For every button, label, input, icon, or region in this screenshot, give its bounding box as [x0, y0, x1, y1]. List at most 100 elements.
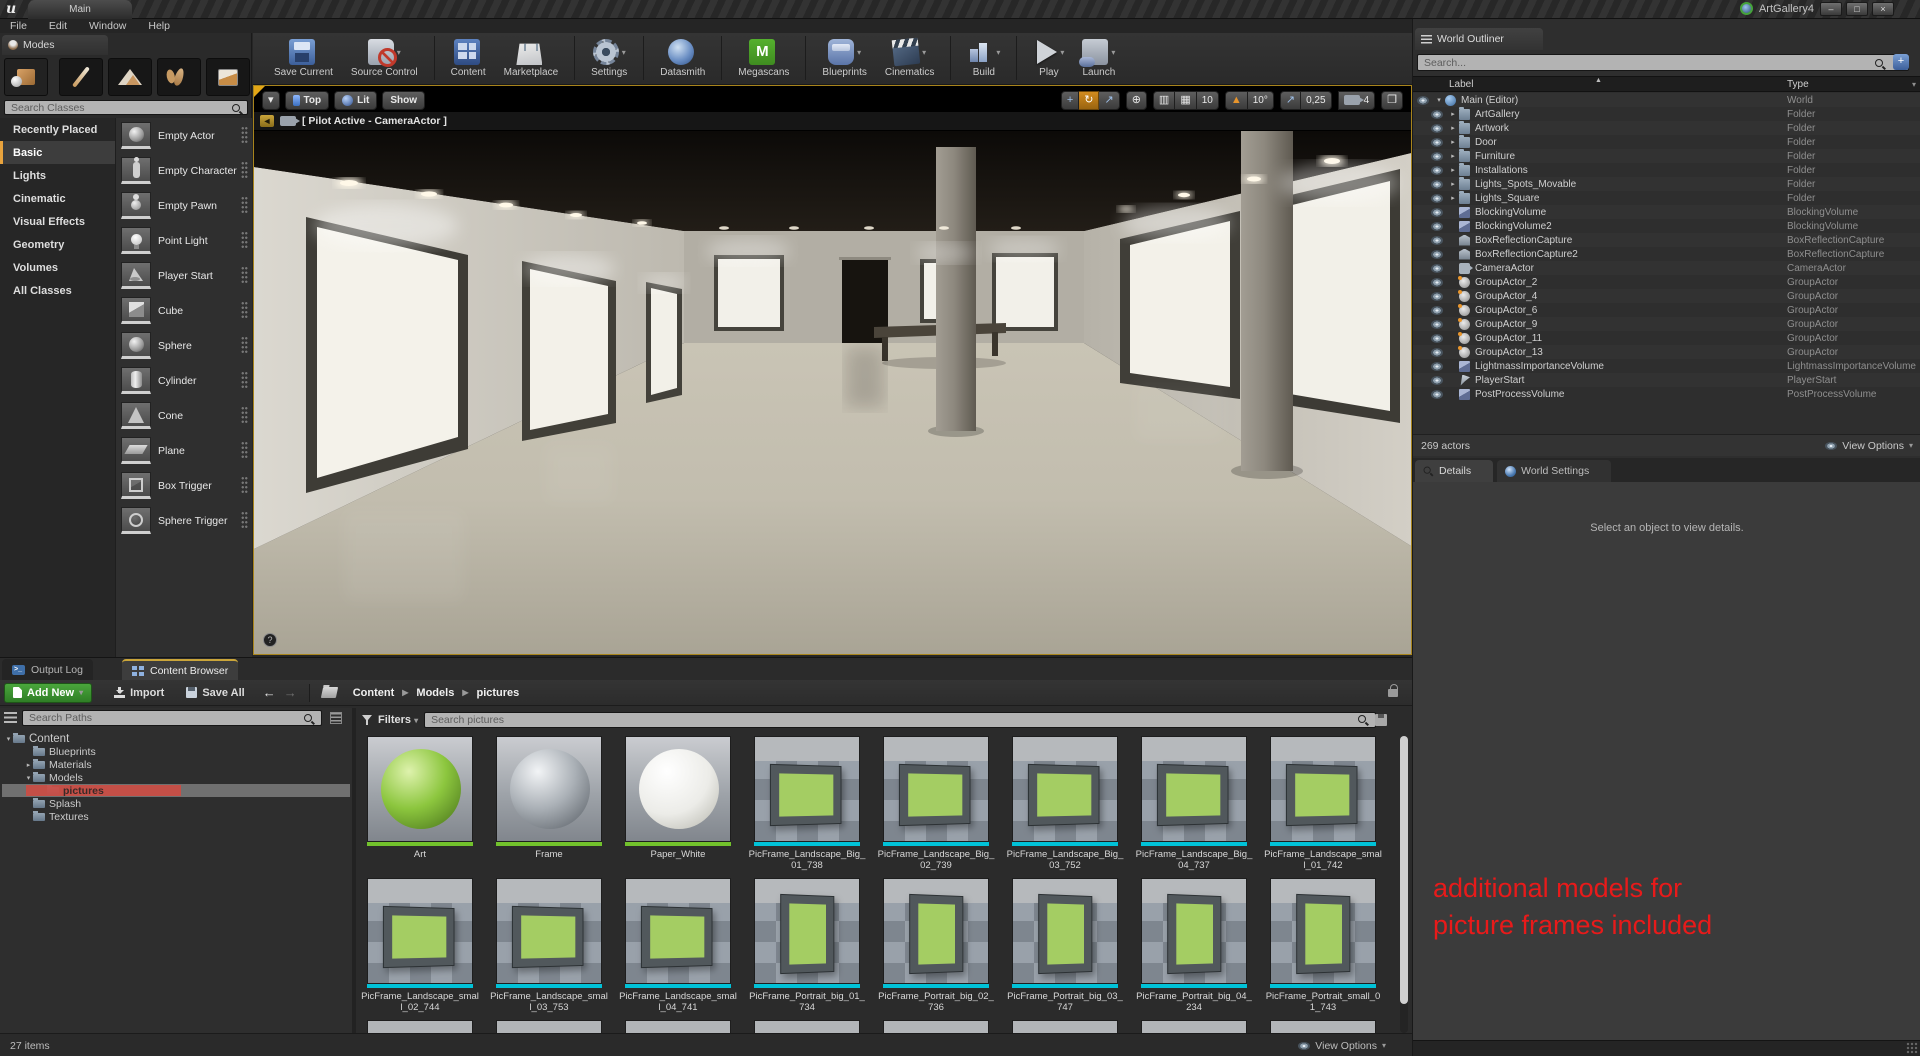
outliner-row[interactable]: CameraActor CameraActor	[1413, 261, 1920, 275]
asset-tile[interactable]: PicFrame_Landscape_Big_02_739	[876, 736, 996, 871]
expander-icon[interactable]: ▸	[1448, 110, 1458, 118]
placement-category[interactable]: Lights	[0, 164, 115, 187]
outliner-row[interactable]: ▸ ArtGallery Folder	[1413, 106, 1920, 121]
expander-icon[interactable]: ▸	[1448, 124, 1458, 132]
forward-button[interactable]: →	[284, 685, 297, 700]
menu-item[interactable]: Edit	[49, 20, 67, 32]
menu-item[interactable]: File	[10, 20, 27, 32]
toolbar-button[interactable]: Content	[433, 36, 495, 80]
asset-tile[interactable]	[489, 1020, 609, 1033]
restore-button[interactable]: □	[1846, 2, 1868, 16]
outliner-row[interactable]: BoxReflectionCapture BoxReflectionCaptur…	[1413, 233, 1920, 247]
placement-item[interactable]: Cylinder	[116, 363, 252, 398]
viewport-show-button[interactable]: Show	[382, 90, 426, 110]
visibility-eye-icon[interactable]	[1431, 319, 1443, 329]
sort-ascending-icon[interactable]: ▲	[1595, 77, 1602, 84]
expander-icon[interactable]: ▾	[4, 735, 13, 743]
outliner-view-options-button[interactable]: View Options ▾	[1825, 440, 1913, 452]
save-search-icon[interactable]	[1375, 714, 1388, 726]
landscape-mode-button[interactable]	[108, 58, 152, 96]
outliner-row[interactable]: ▾ Main (Editor) World	[1413, 93, 1920, 107]
placement-item[interactable]: Plane	[116, 433, 252, 468]
toolbar-button[interactable]: Save Current	[265, 36, 342, 80]
toolbar-button[interactable]: Datasmith	[643, 36, 714, 80]
camera-speed-button[interactable]: 4	[1337, 90, 1376, 110]
asset-tile[interactable]	[360, 1020, 480, 1033]
visibility-eye-icon[interactable]	[1431, 109, 1443, 119]
import-button[interactable]: Import	[114, 687, 164, 699]
toolbar-button[interactable]: ▾ Build	[950, 36, 1009, 80]
viewport-scene[interactable]	[254, 131, 1411, 654]
visibility-eye-icon[interactable]	[1431, 207, 1443, 217]
visibility-eye-icon[interactable]	[1431, 277, 1443, 287]
folder-tree-row[interactable]: ▾ Content	[2, 732, 350, 745]
visibility-eye-icon[interactable]	[1431, 389, 1443, 399]
back-button[interactable]: ←	[263, 685, 276, 700]
visibility-eye-icon[interactable]	[1431, 361, 1443, 371]
asset-tile[interactable]: PicFrame_Landscape_Big_04_737	[1134, 736, 1254, 871]
chevron-down-icon[interactable]: ▾	[397, 48, 401, 57]
toolbar-button[interactable]: ▾ Launch	[1073, 36, 1124, 80]
visibility-eye-icon[interactable]	[1417, 95, 1429, 105]
outliner-row[interactable]: ▸ Installations Folder	[1413, 162, 1920, 177]
placement-item[interactable]: Box Trigger	[116, 468, 252, 503]
outliner-row[interactable]: LightmassImportanceVolume LightmassImpor…	[1413, 359, 1920, 373]
sources-toggle-icon[interactable]	[4, 712, 17, 724]
breadcrumb-item[interactable]: Models	[416, 687, 454, 699]
folder-tree-row[interactable]: Textures	[2, 810, 350, 823]
world-local-toggle-button[interactable]: ⊕	[1125, 90, 1147, 110]
viewport-view-mode-button[interactable]: Top	[284, 90, 330, 110]
placement-category[interactable]: Recently Placed	[0, 118, 115, 141]
expander-icon[interactable]: ▸	[1448, 138, 1458, 146]
placement-item[interactable]: Cone	[116, 398, 252, 433]
tab-content-browser[interactable]: Content Browser	[122, 659, 239, 680]
save-all-button[interactable]: Save All	[186, 687, 245, 699]
sources-settings-icon[interactable]	[330, 712, 342, 724]
column-header-type[interactable]: Type	[1787, 79, 1809, 90]
viewport-options-button[interactable]: ▾	[262, 90, 280, 110]
chevron-down-icon[interactable]: ▾	[1060, 48, 1064, 57]
outliner-row[interactable]: GroupActor_9 GroupActor	[1413, 317, 1920, 331]
visibility-eye-icon[interactable]	[1431, 333, 1443, 343]
asset-tile[interactable]: PicFrame_Landscape_small_03_753	[489, 878, 609, 1013]
toolbar-button[interactable]: ▾ Settings	[574, 36, 636, 80]
asset-tile[interactable]: PicFrame_Landscape_Big_01_738	[747, 736, 867, 871]
outliner-row[interactable]: BlockingVolume2 BlockingVolume	[1413, 219, 1920, 233]
assets-view-options-button[interactable]: View Options ▾	[1298, 1040, 1386, 1052]
breadcrumb-item[interactable]: Content	[353, 687, 395, 699]
search-classes-input[interactable]	[4, 100, 248, 115]
scale-snap-value[interactable]: 0,25	[1301, 90, 1332, 110]
breadcrumb-item[interactable]: pictures	[476, 687, 519, 699]
placement-category[interactable]: Geometry	[0, 233, 115, 256]
outliner-row[interactable]: GroupActor_11 GroupActor	[1413, 331, 1920, 345]
placement-category[interactable]: Volumes	[0, 256, 115, 279]
expander-icon[interactable]: ▸	[1448, 152, 1458, 160]
level-viewport[interactable]: ▾ Top Lit Show + ↻ ↗ ⊕ ▥ ▦ 10 ▲ 10° ↗ 0,…	[253, 85, 1412, 655]
outliner-row[interactable]: ▸ Furniture Folder	[1413, 148, 1920, 163]
visibility-eye-icon[interactable]	[1431, 193, 1443, 203]
toolbar-button[interactable]: ▾ Cinematics	[876, 36, 943, 80]
expander-icon[interactable]: ▾	[1434, 96, 1444, 104]
visibility-eye-icon[interactable]	[1431, 137, 1443, 147]
visibility-eye-icon[interactable]	[1431, 375, 1443, 385]
place-mode-button[interactable]	[4, 58, 48, 96]
outliner-row[interactable]: BoxReflectionCapture2 BoxReflectionCaptu…	[1413, 247, 1920, 261]
asset-tile[interactable]	[1005, 1020, 1125, 1033]
placement-category[interactable]: Cinematic	[0, 187, 115, 210]
search-assets-input[interactable]	[424, 712, 1377, 728]
visibility-eye-icon[interactable]	[1431, 291, 1443, 301]
folder-tree-row[interactable]: Blueprints	[2, 745, 350, 758]
placement-category[interactable]: Basic	[0, 141, 115, 164]
outliner-row[interactable]: GroupActor_4 GroupActor	[1413, 289, 1920, 303]
level-tab-main[interactable]: Main	[28, 0, 132, 19]
asset-tile[interactable]	[1263, 1020, 1383, 1033]
column-header-label[interactable]: Label	[1449, 79, 1473, 90]
asset-tile[interactable]: PicFrame_Portrait_big_03_747	[1005, 878, 1125, 1013]
toolbar-button[interactable]: ▾ Blueprints	[805, 36, 875, 80]
chevron-down-icon[interactable]: ▾	[1111, 48, 1115, 57]
asset-tile[interactable]: Paper_White	[618, 736, 738, 871]
asset-tile[interactable]: PicFrame_Portrait_big_04_234	[1134, 878, 1254, 1013]
asset-tile[interactable]	[876, 1020, 996, 1033]
type-filter-caret-icon[interactable]: ▾	[1912, 80, 1916, 89]
foliage-mode-button[interactable]	[157, 58, 201, 96]
